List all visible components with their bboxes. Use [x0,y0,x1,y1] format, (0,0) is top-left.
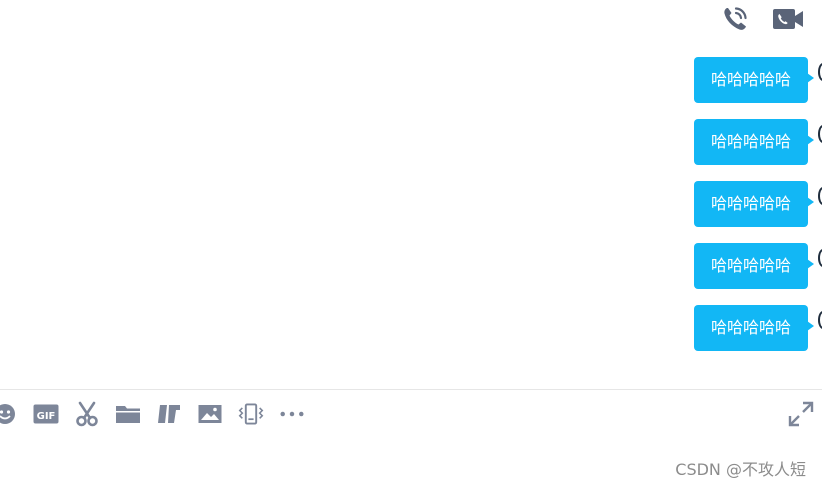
watermark-text: CSDN @不攻人短 [675,460,806,479]
chat-window: 哈哈哈哈哈 哈哈哈哈哈 哈哈哈哈哈 哈哈哈哈哈 哈哈哈哈哈 GIF CSDN @… [0,0,822,485]
chat-header-actions [720,2,804,36]
phone-call-icon[interactable] [720,4,750,34]
shake-icon[interactable] [238,401,264,427]
message-row: 哈哈哈哈哈 [0,181,822,243]
message-bubble[interactable]: 哈哈哈哈哈 [694,305,814,351]
message-list: 哈哈哈哈哈 哈哈哈哈哈 哈哈哈哈哈 哈哈哈哈哈 哈哈哈哈哈 [0,57,822,367]
message-bubble[interactable]: 哈哈哈哈哈 [694,181,814,227]
avatar[interactable] [818,125,822,143]
expand-icon[interactable] [788,401,814,427]
message-bubble[interactable]: 哈哈哈哈哈 [694,57,814,103]
input-divider [0,389,822,390]
gif-label: GIF [37,411,56,422]
document-icon[interactable] [156,401,182,427]
message-bubble[interactable]: 哈哈哈哈哈 [694,243,814,289]
message-row: 哈哈哈哈哈 [0,119,822,181]
message-bubble[interactable]: 哈哈哈哈哈 [694,119,814,165]
avatar[interactable] [818,311,822,329]
image-icon[interactable] [197,401,223,427]
message-row: 哈哈哈哈哈 [0,57,822,119]
input-toolbar: GIF [0,400,305,428]
avatar[interactable] [818,187,822,205]
more-icon[interactable] [279,401,305,427]
video-call-icon[interactable] [772,7,804,31]
scissors-icon[interactable] [74,401,100,427]
folder-icon[interactable] [115,401,141,427]
gif-icon[interactable]: GIF [33,401,59,427]
message-row: 哈哈哈哈哈 [0,305,822,367]
emoji-icon[interactable] [0,401,18,427]
message-row: 哈哈哈哈哈 [0,243,822,305]
avatar[interactable] [818,249,822,267]
avatar[interactable] [818,63,822,81]
